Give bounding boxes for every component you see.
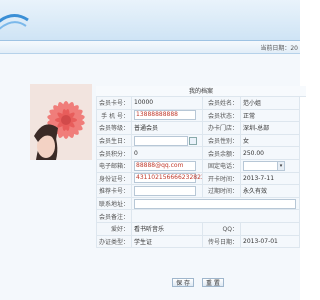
logo-icon bbox=[0, 14, 29, 30]
card-no-label: 会员卡号： bbox=[96, 96, 132, 110]
fax-date-value: 2013-07-01 bbox=[240, 234, 300, 249]
calendar-icon[interactable] bbox=[189, 136, 197, 145]
birthday-label: 会员生日： bbox=[96, 133, 132, 148]
table-row: 会员积分： 0 会员余额： 250.00 bbox=[96, 146, 300, 160]
member-name-label: 会员姓名： bbox=[202, 96, 241, 110]
top-banner bbox=[0, 0, 300, 41]
store-label: 办卡门店： bbox=[202, 121, 241, 135]
gender-value: 女 bbox=[240, 133, 300, 148]
qq-label: QQ： bbox=[202, 221, 241, 236]
table-row: 会员备注： bbox=[96, 209, 300, 223]
date-bar: 当前日期：20 bbox=[0, 41, 300, 54]
birthday-input[interactable] bbox=[134, 135, 188, 146]
gender-label: 会员性别： bbox=[202, 133, 241, 148]
referrer-label: 推荐卡号： bbox=[96, 184, 132, 198]
balance-label: 会员余额： bbox=[202, 146, 241, 160]
cert-type-label: 办证类型： bbox=[96, 234, 132, 249]
table-row: 推荐卡号： 过期时间： 永久有效 bbox=[96, 184, 300, 198]
table-row: 办证类型： 学生证 传号日期： 2013-07-01 bbox=[96, 234, 300, 249]
button-row: 保 存 重 置 bbox=[96, 276, 300, 290]
email-label: 电子邮箱： bbox=[96, 158, 132, 173]
landline-select[interactable]: ▾ bbox=[243, 160, 285, 171]
flower-photo-icon bbox=[30, 84, 92, 160]
qq-value bbox=[240, 221, 300, 236]
current-date: 当前日期：20 bbox=[260, 45, 298, 52]
table-row: 会员卡号： 10000 会员姓名： 范小姐 bbox=[96, 96, 300, 110]
open-date-label: 开卡时间： bbox=[202, 171, 241, 186]
phone-label: 手 机 号： bbox=[96, 108, 132, 123]
id-number-input[interactable]: 431102156666232823 bbox=[134, 173, 202, 184]
balance-value: 250.00 bbox=[240, 146, 300, 160]
card-no-value: 10000 bbox=[131, 96, 203, 110]
table-row: 会员等级： 普通会员 办卡门店： 深圳-总部 bbox=[96, 121, 300, 135]
note-field[interactable] bbox=[131, 209, 300, 223]
cert-type-value: 学生证 bbox=[131, 234, 203, 249]
table-row: 会员生日： 会员性别： 女 bbox=[96, 133, 300, 148]
member-status-value: 正常 bbox=[240, 108, 300, 123]
member-level-value: 普通会员 bbox=[131, 121, 203, 135]
note-label: 会员备注： bbox=[96, 209, 132, 223]
table-row: 联系地址： bbox=[96, 196, 300, 211]
address-label: 联系地址： bbox=[96, 196, 132, 211]
member-photo bbox=[30, 84, 92, 160]
save-button[interactable]: 保 存 bbox=[172, 278, 195, 287]
referrer-input[interactable] bbox=[134, 185, 196, 196]
store-value: 深圳-总部 bbox=[240, 121, 300, 135]
reset-button[interactable]: 重 置 bbox=[201, 278, 224, 287]
expiry-value: 永久有效 bbox=[240, 184, 300, 198]
table-row: 手 机 号： 13888888888 会员状态： 正常 bbox=[96, 108, 300, 123]
chevron-down-icon: ▾ bbox=[277, 161, 284, 170]
hobby-value: 看书听音乐 bbox=[131, 221, 203, 236]
table-row: 身份证号： 431102156666232823 开卡时间： 2013-7-11 bbox=[96, 171, 300, 186]
table-row: 电子邮箱： 88888@qq.com 固定电话： ▾ bbox=[96, 158, 300, 173]
address-input[interactable] bbox=[134, 198, 296, 209]
id-number-label: 身份证号： bbox=[96, 171, 132, 186]
member-name-value: 范小姐 bbox=[240, 96, 300, 110]
expiry-label: 过期时间： bbox=[202, 184, 241, 198]
phone-input[interactable]: 13888888888 bbox=[134, 110, 196, 121]
email-field[interactable]: 88888@qq.com bbox=[134, 160, 196, 171]
member-level-label: 会员等级： bbox=[96, 121, 132, 135]
table-row: 爱好： 看书听音乐 QQ： bbox=[96, 221, 300, 236]
open-date-value: 2013-7-11 bbox=[240, 171, 300, 186]
fax-date-label: 传号日期： bbox=[202, 234, 241, 249]
profile-form: 会员卡号： 10000 会员姓名： 范小姐 手 机 号： 13888888888… bbox=[96, 96, 300, 249]
points-label: 会员积分： bbox=[96, 146, 132, 160]
hobby-label: 爱好： bbox=[96, 221, 132, 236]
landline-label: 固定电话： bbox=[202, 158, 241, 173]
points-value: 0 bbox=[131, 146, 203, 160]
member-status-label: 会员状态： bbox=[202, 108, 241, 123]
